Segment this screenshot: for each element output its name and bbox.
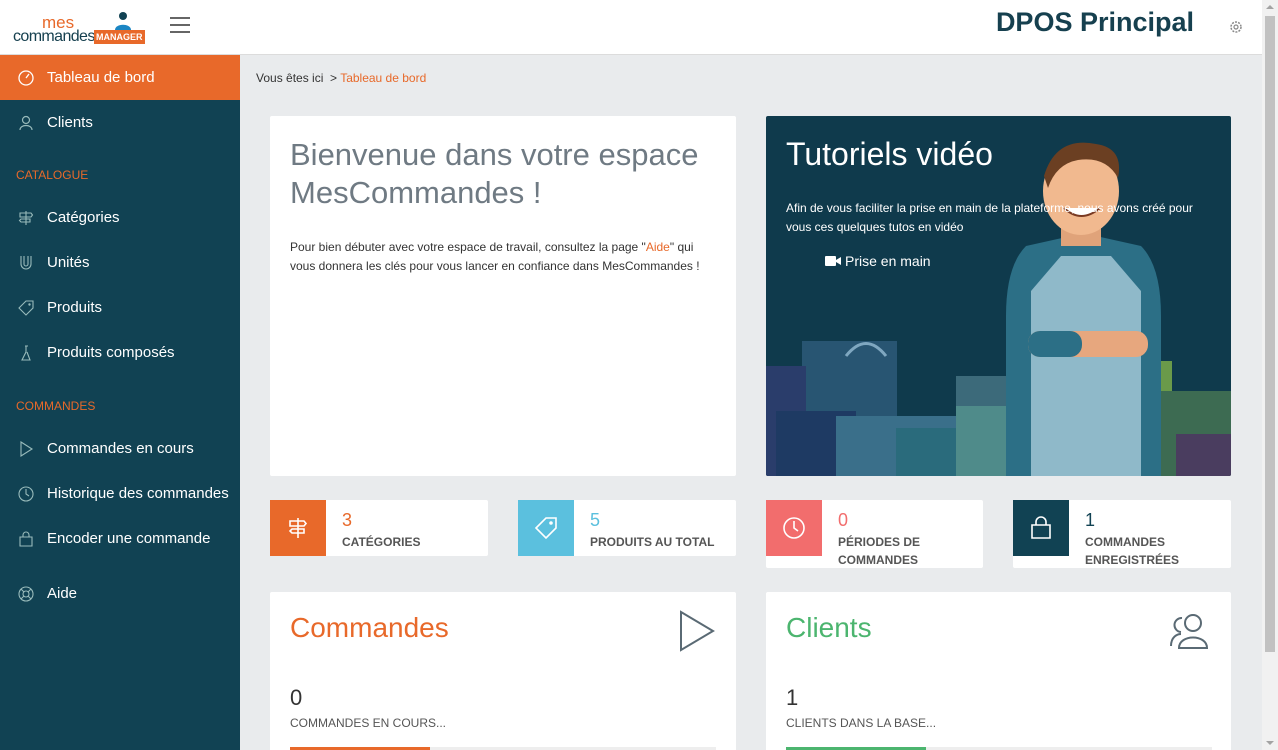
clients-card[interactable]: Clients 1 CLIENTS DANS LA BASE... (766, 592, 1231, 750)
breadcrumb-separator: > (330, 71, 338, 85)
sidebar-item-products[interactable]: Produits (0, 285, 240, 330)
stat-value: 5 (590, 510, 601, 530)
sidebar-item-composed-products[interactable]: Produits composés (0, 330, 240, 375)
sidebar-item-encode-order[interactable]: Encoder une commande (0, 516, 240, 561)
getting-started-link[interactable]: Prise en main (825, 253, 931, 269)
sidebar-item-label: Aide (47, 585, 78, 602)
breadcrumb-current[interactable]: Tableau de bord (340, 71, 426, 85)
stat-label: PÉRIODES DE COMMANDES (838, 535, 921, 567)
clock-icon (766, 500, 822, 556)
signpost-icon (0, 209, 47, 227)
sidebar-item-order-history[interactable]: Historique des commandes (0, 471, 240, 516)
sidebar-item-label: Catégories (47, 209, 120, 226)
users-icon (1170, 614, 1209, 649)
orders-card-title: Commandes (290, 612, 449, 643)
stat-categories[interactable]: 3 CATÉGORIES (270, 500, 488, 556)
stat-value: 1 (1085, 510, 1096, 530)
sidebar-item-units[interactable]: Unités (0, 240, 240, 285)
clock-icon (0, 485, 47, 503)
bag-icon (1013, 500, 1069, 556)
lifebuoy-icon (0, 585, 47, 603)
breadcrumb-prefix: Vous êtes ici (256, 71, 324, 85)
video-description: Afin de vous faciliter la prise en main … (786, 201, 1193, 234)
play-icon (0, 440, 47, 458)
tag-icon (518, 500, 574, 556)
clients-card-title: Clients (786, 612, 872, 643)
sidebar-item-categories[interactable]: Catégories (0, 195, 240, 240)
store-title: DPOS Principal (995, 7, 1194, 37)
scrollbar-thumb[interactable] (1265, 16, 1275, 652)
section-commandes: COMMANDES (16, 399, 96, 413)
stat-periods[interactable]: 0 PÉRIODES DE COMMANDES (766, 500, 983, 568)
logo-avatar-icon (115, 12, 131, 30)
sidebar-item-label: Clients (47, 114, 93, 131)
bag-icon (0, 530, 47, 548)
clients-sub-label: CLIENTS DANS LA BASE... (786, 716, 937, 730)
gear-icon[interactable] (1228, 19, 1244, 35)
welcome-title: Bienvenue dans votre espace MesCommandes… (290, 137, 699, 210)
sidebar-item-help[interactable]: Aide (0, 571, 240, 616)
stat-label: PRODUITS AU TOTAL (590, 535, 715, 549)
clients-count: 1 (786, 685, 799, 710)
page-scrollbar[interactable] (1262, 0, 1278, 750)
sidebar-item-label: Encoder une commande (47, 530, 211, 547)
scroll-up-icon[interactable] (1266, 5, 1274, 9)
play-icon (680, 610, 715, 652)
video-camera-icon (825, 256, 841, 266)
sidebar-item-label: Commandes en cours (47, 440, 194, 457)
getting-started-label: Prise en main (845, 253, 931, 269)
logo-badge: MANAGER (94, 30, 145, 44)
users-icon (0, 114, 47, 132)
welcome-text-before: Pour bien débuter avec votre espace de t… (290, 240, 646, 254)
orders-card[interactable]: Commandes 0 COMMANDES EN COURS... (270, 592, 736, 750)
signpost-icon (270, 500, 326, 556)
orders-count: 0 (290, 685, 303, 710)
video-tutorials-card: Tutoriels vidéo Afin de vous faciliter l… (766, 116, 1231, 476)
video-title: Tutoriels vidéo (786, 136, 993, 172)
stat-label: CATÉGORIES (342, 535, 421, 549)
orders-sub-label: COMMANDES EN COURS... (290, 716, 447, 730)
logo-text-commandes: commandes (13, 28, 95, 45)
stat-products[interactable]: 5 PRODUITS AU TOTAL (518, 500, 736, 556)
sidebar-item-label: Tableau de bord (47, 69, 155, 86)
menu-toggle-icon[interactable] (170, 17, 190, 37)
magnet-icon (0, 254, 47, 272)
welcome-card: Bienvenue dans votre espace MesCommandes… (270, 116, 736, 476)
sidebar: Tableau de bord Clients CATALOGUE Catégo… (0, 55, 240, 750)
dashboard-icon (0, 69, 47, 87)
stat-value: 0 (838, 510, 849, 530)
stat-value: 3 (342, 510, 353, 530)
top-header: mes commandes MANAGER DPOS Principal (0, 0, 1262, 55)
app-logo[interactable]: mes commandes MANAGER (13, 10, 145, 46)
sidebar-item-label: Unités (47, 254, 90, 271)
scroll-down-icon[interactable] (1266, 741, 1274, 745)
stat-label: COMMANDES ENREGISTRÉES (1085, 535, 1180, 567)
welcome-text: Pour bien débuter avec votre espace de t… (290, 238, 716, 276)
breadcrumb: Vous êtes ici > Tableau de bord (256, 71, 426, 85)
sidebar-item-label: Produits (47, 299, 103, 316)
sidebar-item-current-orders[interactable]: Commandes en cours (0, 426, 240, 471)
sidebar-item-dashboard[interactable]: Tableau de bord (0, 55, 240, 100)
section-catalogue: CATALOGUE (16, 168, 89, 182)
sidebar-item-clients[interactable]: Clients (0, 100, 240, 145)
sidebar-item-label: Historique des commandes (47, 485, 229, 502)
stat-registered-orders[interactable]: 1 COMMANDES ENREGISTRÉES (1013, 500, 1231, 568)
sidebar-item-label: Produits composés (47, 344, 175, 361)
tag-icon (0, 299, 47, 317)
help-link[interactable]: Aide (646, 240, 670, 254)
flask-icon (0, 344, 47, 362)
